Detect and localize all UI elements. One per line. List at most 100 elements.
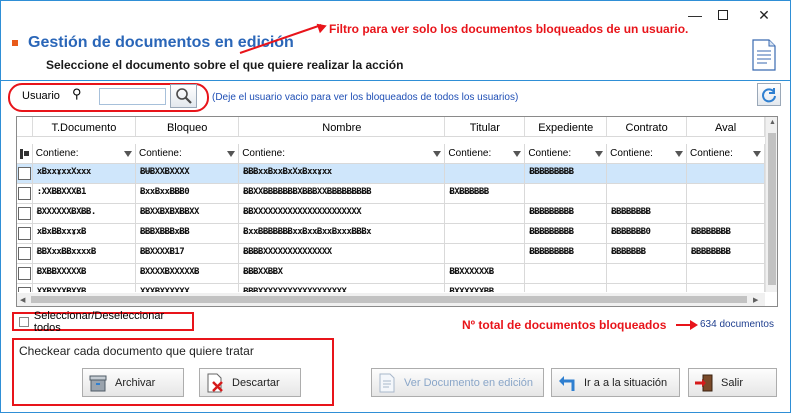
refresh-button[interactable] [757, 83, 781, 106]
row-checkbox-cell[interactable] [17, 184, 33, 203]
view-document-button[interactable]: Ver Documento en edición [371, 368, 544, 397]
maximize-icon [718, 10, 728, 20]
vertical-scroll-thumb[interactable] [768, 133, 776, 285]
archive-icon [87, 372, 109, 394]
cell-aval: ɃɃɃɃɃɃɃɃ [687, 224, 765, 243]
row-checkbox[interactable] [18, 207, 31, 220]
col-header-tdocumento[interactable]: T.Documento [32, 117, 137, 136]
cell-nombre: ɃɃXXXXXXXXXXXXXXXXXXXXXX [239, 204, 446, 223]
cell-expediente: ɃɃɃɃɃɃɃɃɃ [525, 244, 608, 263]
cell-tdocumento: :XXɃɃXXXɃ1 [33, 184, 136, 203]
col-header-bloqueo[interactable]: Bloqueo [136, 117, 240, 136]
filter-cell-expediente[interactable]: Contiene: [525, 144, 608, 163]
magnifier-icon [175, 88, 192, 104]
cell-contrato: ɃɃɃɃɃɃɃ [607, 244, 688, 263]
cell-tdocumento: xɃxɃɃxxɤxɃ [33, 224, 136, 243]
cell-titular [445, 244, 526, 263]
row-checkbox[interactable] [18, 267, 31, 280]
user-input[interactable] [99, 88, 166, 105]
funnel-icon[interactable] [123, 150, 132, 157]
title-bullet-icon [12, 40, 18, 46]
row-checkbox-cell[interactable] [17, 264, 33, 283]
row-checkbox-cell[interactable] [17, 224, 33, 243]
row-checkbox[interactable] [18, 287, 31, 292]
cell-titular: ɃXɃɃɃɃɃɃ [445, 184, 526, 203]
funnel-icon[interactable] [595, 150, 604, 157]
view-document-icon [376, 372, 398, 394]
row-checkbox[interactable] [18, 247, 31, 260]
cell-bloqueo: ɃɃXXXXɃ17 [136, 244, 240, 263]
table-row[interactable]: :XXɃɃXXXɃ1 ɃxxɃxxɃɃɃ0 ɃɃXXɃɃɃɃɃɃɃXɃɃɃXXɃɃɃ… [17, 184, 765, 204]
grid-header-row: T.Documento Bloqueo Nombre Titular Exped… [17, 117, 765, 137]
cell-bloqueo: ɃXXXXɃXXXXXɃ [136, 264, 240, 283]
filter-cell-titular[interactable]: Contiene: [445, 144, 526, 163]
scroll-up-icon[interactable]: ▲ [769, 119, 776, 126]
cell-titular [445, 164, 526, 183]
filter-cell-aval[interactable]: Contiene: [687, 144, 765, 163]
maximize-button[interactable] [713, 6, 733, 24]
cell-aval [687, 184, 765, 203]
page-subtitle: Seleccione el documento sobre el que qui… [46, 58, 404, 72]
filter-row-icon [17, 144, 33, 163]
select-all-toggle[interactable]: Seleccionar/Deseleccionar todos [12, 309, 194, 334]
search-button[interactable] [170, 84, 197, 108]
grid-horizontal-scrollbar[interactable]: ◀ ▶ [17, 293, 765, 306]
total-arrowhead-icon [690, 320, 698, 330]
cell-expediente [525, 264, 608, 283]
filter-cell-contrato[interactable]: Contiene: [607, 144, 688, 163]
table-row[interactable]: ɃɃXxxɃɃxxxxɃ ɃɃXXXXɃ17 ɃɃɃɃXXXXXXXXXXXXXX Ƀ… [17, 244, 765, 264]
cell-titular [445, 224, 526, 243]
row-checkbox-cell[interactable] [17, 164, 33, 183]
cell-titular [445, 204, 526, 223]
exit-button[interactable]: Salir [688, 368, 777, 397]
page-title: Gestión de documentos en edición [28, 34, 294, 51]
discard-button[interactable]: Descartar [199, 368, 301, 397]
filter-cell-nombre[interactable]: Contiene: [239, 144, 446, 163]
table-row[interactable]: ɃXɃɃXXXXXɃ ɃXXXXɃXXXXXɃ ɃɃɃXXɃɃX ɃɃXXXXXXɃ [17, 264, 765, 284]
refresh-icon [762, 87, 776, 102]
funnel-icon[interactable] [753, 150, 761, 157]
select-all-label: Seleccionar/Deseleccionar todos [33, 309, 165, 334]
cell-nombre: ɃɃɃɃXXXXXXXXXXXXXX [239, 244, 446, 263]
funnel-icon[interactable] [433, 150, 442, 157]
table-row[interactable]: xɃxɃɃxxɤxɃ ɃɃɃXɃɃɃxɃɃ ɃxxɃɃɃɃɃɃɃxxɃxxɃxxɃx… [17, 224, 765, 244]
row-checkbox-cell[interactable] [17, 204, 33, 223]
funnel-icon[interactable] [227, 150, 236, 157]
archive-button[interactable]: Archivar [82, 368, 184, 397]
horizontal-scroll-thumb[interactable] [31, 296, 747, 303]
close-button[interactable]: ✕ [754, 6, 774, 24]
col-header-expediente[interactable]: Expediente [525, 117, 608, 136]
row-checkbox-cell[interactable] [17, 244, 33, 263]
row-checkbox[interactable] [18, 167, 31, 180]
row-checkbox-cell[interactable] [17, 284, 33, 292]
filter-cell-bloqueo[interactable]: Contiene: [136, 144, 240, 163]
cell-contrato: ɃɃɃɃɃɃɃɃ [607, 204, 688, 223]
cell-bloqueo: ɃɃɃXɃɃɃxɃɃ [136, 224, 240, 243]
col-header-aval[interactable]: Aval [687, 117, 765, 136]
scroll-left-icon[interactable]: ◀ [20, 296, 25, 304]
table-row[interactable]: XXɃXXXɃXXɃ XXXɃXXXXXX ɃɃɃXXXXXXXXXXXXXXXXX… [17, 284, 765, 292]
scroll-right-icon[interactable]: ▶ [753, 296, 758, 304]
total-count: 634 documentos [700, 319, 774, 330]
cell-contrato [607, 164, 688, 183]
row-checkbox[interactable] [18, 227, 31, 240]
grid-vertical-scrollbar[interactable]: ▲ [765, 117, 777, 292]
col-header-titular[interactable]: Titular [445, 117, 526, 136]
funnel-icon[interactable] [513, 150, 522, 157]
table-row[interactable]: ɃXXXXXXɃXɃɃ. ɃɃXXɃXɃXɃɃXX ɃɃXXXXXXXXXXXXXX… [17, 204, 765, 224]
filter-cell-tdocumento[interactable]: Contiene: [33, 144, 136, 163]
funnel-icon[interactable] [675, 150, 684, 157]
discard-icon [204, 372, 226, 394]
select-all-checkbox[interactable] [19, 316, 29, 327]
row-checkbox[interactable] [18, 187, 31, 200]
col-header-check [17, 117, 33, 136]
cell-aval [687, 284, 765, 292]
cell-contrato [607, 184, 688, 203]
col-header-nombre[interactable]: Nombre [239, 117, 446, 136]
goto-situation-button[interactable]: Ir a a la situación [551, 368, 680, 397]
cell-bloqueo: ɃɄɃXXɃXXXX [136, 164, 240, 183]
col-header-contrato[interactable]: Contrato [607, 117, 688, 136]
cell-contrato [607, 284, 688, 292]
table-row[interactable]: xɃxxɤxxXxxx ɃɄɃXXɃXXXX ɃɃɃxxɃxxɃxXxɃxxɤxx Ƀ… [17, 164, 765, 184]
return-arrow-icon [556, 372, 578, 394]
